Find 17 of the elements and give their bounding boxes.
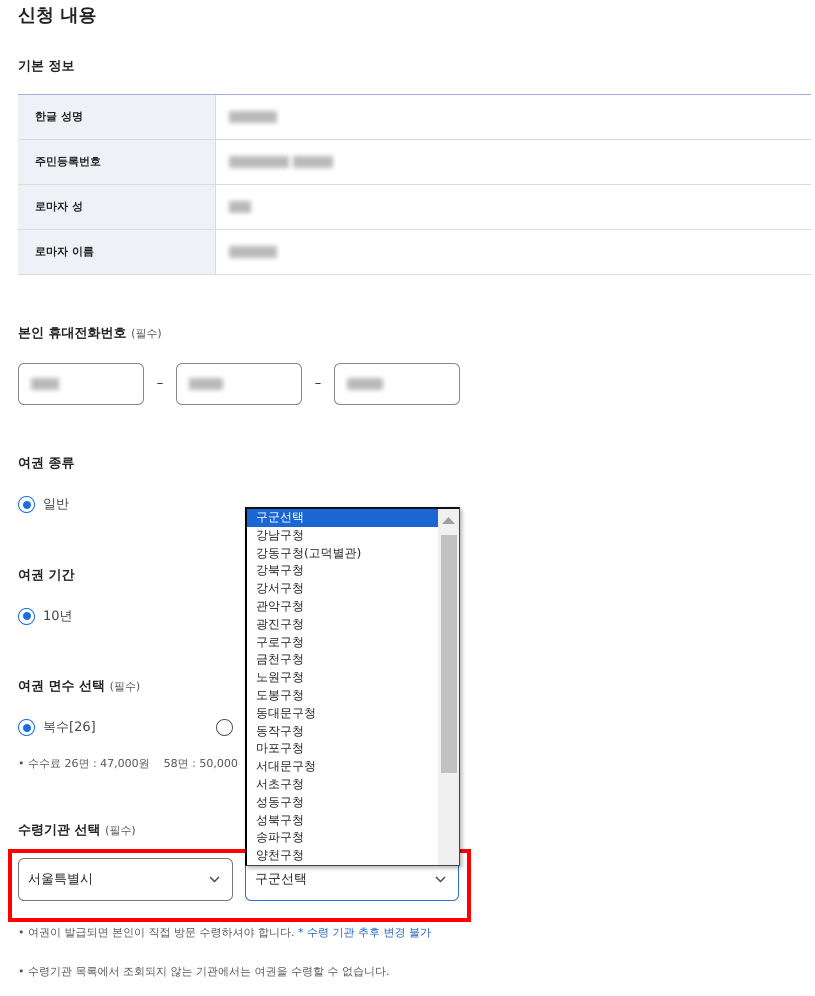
note-text: • 여권이 발급되면 본인이 직접 방문 수령하셔야 합니다. * 수령 기관 추후 변경 불가 [18, 925, 432, 941]
row-label: 주민등록번호 [18, 140, 216, 184]
page-title: 신청 내용 [18, 4, 98, 28]
section-heading: 기본 정보 [18, 58, 75, 76]
section-heading: 여권 기간 [18, 566, 75, 584]
note-text: • 수령기관 목록에서 조회되지 않는 기관에서는 여권을 수령할 수 없습니다. [18, 964, 390, 980]
row-label: 로마자 성 [18, 185, 216, 229]
row-label: 로마자 이름 [18, 230, 216, 274]
fee-text: • 수수료 26면 : 47,000원 [18, 756, 150, 772]
section-heading: 본인 휴대전화번호 (필수) [18, 325, 162, 343]
row-label: 한글 성명 [18, 95, 216, 139]
separator: – [156, 375, 164, 394]
section-heading: 수령기관 선택 (필수) [18, 822, 136, 840]
separator: – [314, 375, 322, 394]
section-heading: 여권 종류 [18, 455, 75, 473]
fee-text: 58면 : 50,000 [164, 756, 238, 772]
section-heading: 여권 면수 선택 (필수) [18, 678, 140, 696]
